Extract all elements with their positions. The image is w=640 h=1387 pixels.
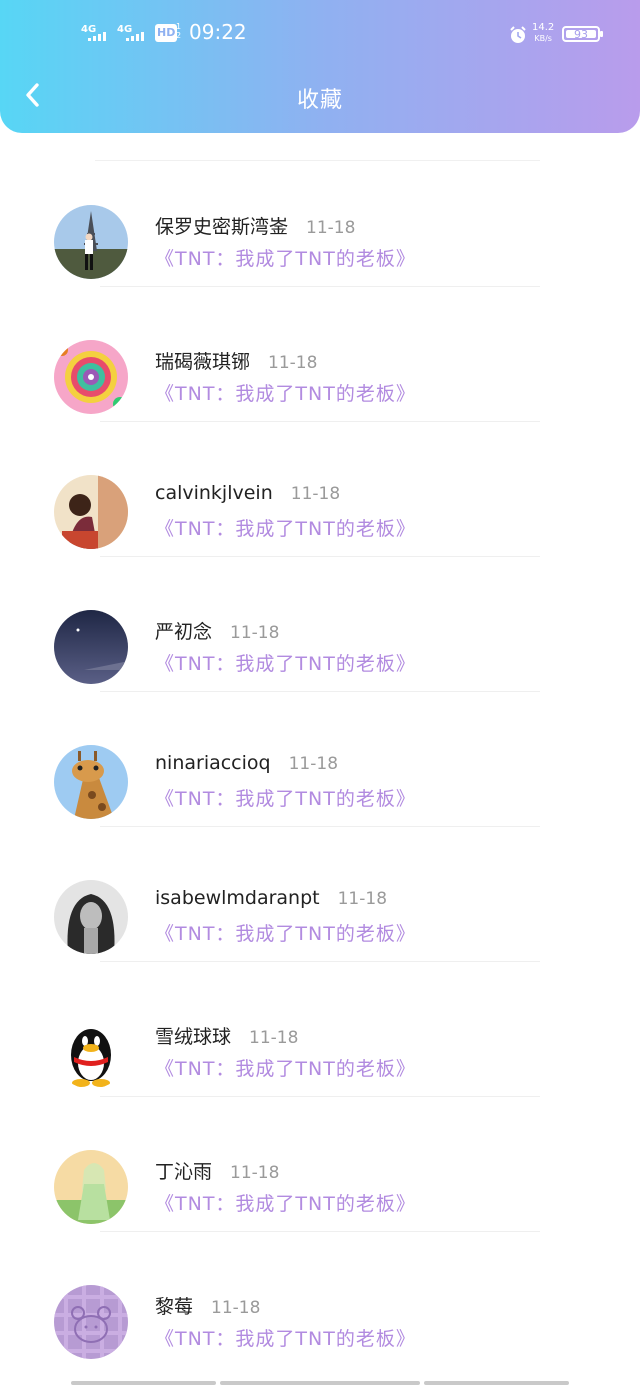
book-title-link[interactable]: 《TNT：我成了TNT的老板》 [155, 649, 416, 676]
gesture-bar [424, 1381, 569, 1385]
speed-unit: KB/s [534, 34, 552, 43]
username: 保罗史密斯湾崟 11-18 [155, 212, 355, 239]
list-item[interactable]: ninariaccioq 11-18 《TNT：我成了TNT的老板》 [0, 692, 640, 827]
date-label: 11-18 [211, 1298, 261, 1318]
username-text: 瑞碣薇琪铘 [155, 351, 251, 373]
username: 黎莓 11-18 [155, 1292, 260, 1319]
book-title-link[interactable]: 《TNT：我成了TNT的老板》 [155, 1189, 416, 1216]
username: 瑞碣薇琪铘 11-18 [155, 347, 317, 374]
username-text: ninariaccioq [155, 752, 271, 774]
page-title: 收藏 [296, 88, 343, 113]
hd-sim-index: 12 [176, 22, 182, 40]
username: 雪绒球球 11-18 [155, 1022, 298, 1049]
signal-bars-1-icon [88, 32, 106, 41]
avatar[interactable] [54, 340, 128, 414]
list-item[interactable]: 黎莓 11-18 《TNT：我成了TNT的老板》 [0, 1232, 640, 1367]
avatar[interactable] [54, 610, 128, 684]
username: isabewlmdaranpt 11-18 [155, 887, 387, 909]
date-label: 11-18 [249, 1028, 299, 1048]
battery-icon: 93 [562, 26, 603, 42]
avatar[interactable] [54, 1015, 128, 1089]
book-title-link[interactable]: 《TNT：我成了TNT的老板》 [155, 514, 416, 541]
status-time: 09:22 [189, 20, 247, 44]
date-label: 11-18 [268, 353, 318, 373]
avatar[interactable] [54, 1150, 128, 1224]
list-item[interactable]: calvinkjlvein 11-18 《TNT：我成了TNT的老板》 [0, 422, 640, 557]
book-title-link[interactable]: 《TNT：我成了TNT的老板》 [155, 919, 416, 946]
battery-level: 93 [566, 29, 596, 40]
username-text: 黎莓 [155, 1296, 194, 1318]
list-item[interactable]: 雪绒球球 11-18 《TNT：我成了TNT的老板》 [0, 962, 640, 1097]
book-title-link[interactable]: 《TNT：我成了TNT的老板》 [155, 1324, 416, 1351]
username-text: 严初念 [155, 621, 213, 643]
username-text: isabewlmdaranpt [155, 887, 320, 909]
date-label: 11-18 [288, 754, 339, 774]
username-text: calvinkjlvein [155, 482, 273, 504]
username: 丁沁雨 11-18 [155, 1157, 279, 1184]
signal-bars-2-icon [126, 32, 144, 41]
list-item[interactable]: 保罗史密斯湾崟 11-18 《TNT：我成了TNT的老板》 [0, 152, 640, 287]
date-label: 11-18 [230, 1163, 280, 1183]
book-title-link[interactable]: 《TNT：我成了TNT的老板》 [155, 379, 416, 406]
hd-voice-badge: HD [155, 24, 178, 42]
book-title-link[interactable]: 《TNT：我成了TNT的老板》 [155, 244, 416, 271]
list-item[interactable]: isabewlmdaranpt 11-18 《TNT：我成了TNT的老板》 [0, 827, 640, 962]
date-label: 11-18 [306, 218, 356, 238]
avatar[interactable] [54, 745, 128, 819]
avatar[interactable] [54, 475, 128, 549]
username-text: 雪绒球球 [155, 1026, 232, 1048]
gesture-bar [71, 1381, 216, 1385]
date-label: 11-18 [230, 623, 280, 643]
username: calvinkjlvein 11-18 [155, 482, 340, 504]
book-title-link[interactable]: 《TNT：我成了TNT的老板》 [155, 1054, 416, 1081]
list-item[interactable]: 瑞碣薇琪铘 11-18 《TNT：我成了TNT的老板》 [0, 287, 640, 422]
app-header: 4G 4G HD 12 09:22 14.2 KB/s 93 收藏 [0, 0, 640, 133]
username: ninariaccioq 11-18 [155, 752, 338, 774]
list-item[interactable]: 严初念 11-18 《TNT：我成了TNT的老板》 [0, 557, 640, 692]
username-text: 丁沁雨 [155, 1161, 213, 1183]
book-title-link[interactable]: 《TNT：我成了TNT的老板》 [155, 784, 416, 811]
alarm-clock-icon [510, 26, 526, 43]
username-text: 保罗史密斯湾崟 [155, 216, 289, 238]
network-speed: 14.2 KB/s [532, 22, 554, 44]
speed-value: 14.2 [532, 22, 555, 33]
status-bar: 4G 4G HD 12 09:22 14.2 KB/s 93 [0, 20, 640, 50]
username: 严初念 11-18 [155, 617, 279, 644]
date-label: 11-18 [290, 484, 341, 504]
list-item[interactable]: 丁沁雨 11-18 《TNT：我成了TNT的老板》 [0, 1097, 640, 1232]
date-label: 11-18 [337, 889, 388, 909]
gesture-bar [220, 1381, 420, 1385]
avatar[interactable] [54, 1285, 128, 1359]
avatar[interactable] [54, 880, 128, 954]
avatar[interactable] [54, 205, 128, 279]
